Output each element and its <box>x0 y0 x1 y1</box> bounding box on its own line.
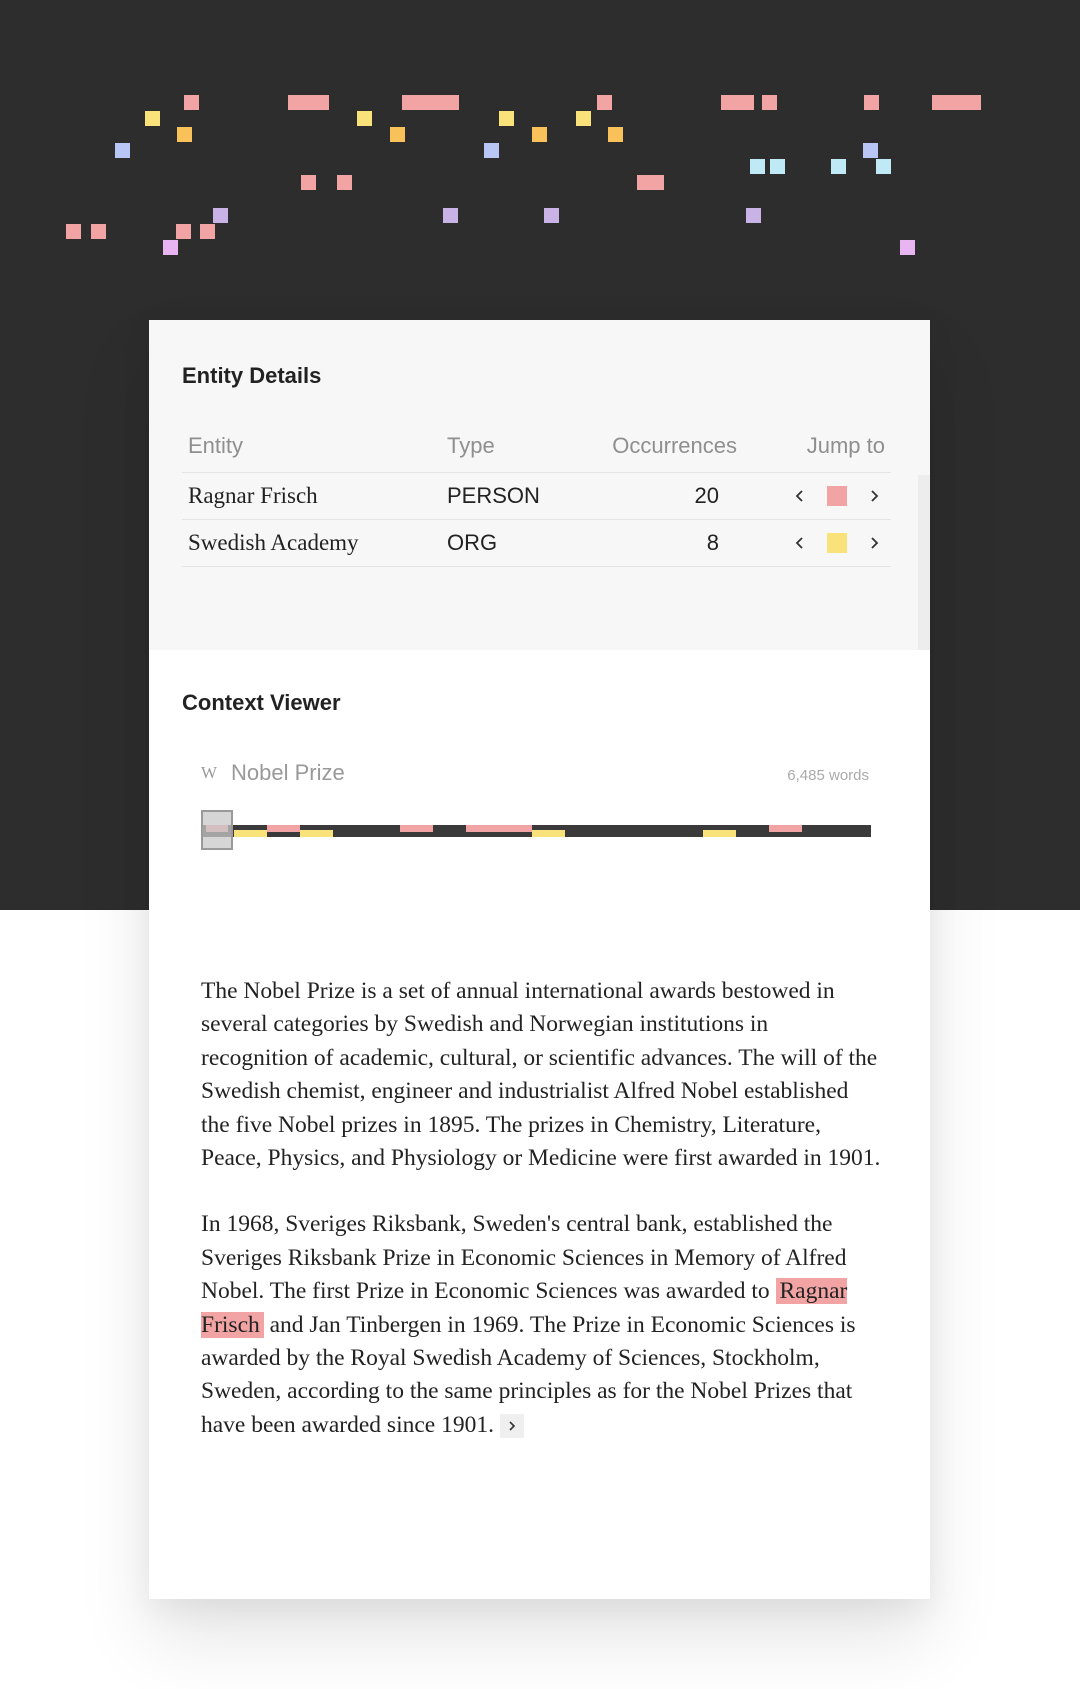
entity-tile <box>402 95 459 110</box>
entity-details-title: Entity Details <box>182 363 322 388</box>
entity-tile <box>177 127 192 142</box>
chevron-left-icon[interactable] <box>789 485 811 507</box>
entity-tile <box>544 208 559 223</box>
entity-color-swatch <box>827 533 847 553</box>
entity-details-panel: Entity Details Entity Type Occurrences J… <box>149 320 930 650</box>
entity-tile <box>91 224 106 239</box>
entity-tile <box>750 159 765 174</box>
jump-to-controls <box>789 485 885 507</box>
minimap-mark-person <box>267 825 300 832</box>
entity-tile <box>637 175 664 190</box>
entity-type: PERSON <box>441 472 591 520</box>
paragraph: In 1968, Sveriges Riksbank, Sweden's cen… <box>201 1208 881 1442</box>
paragraph-text: In 1968, Sveriges Riksbank, Sweden's cen… <box>201 1211 847 1305</box>
entity-tile <box>145 111 160 126</box>
entity-scrollbar[interactable] <box>918 475 930 650</box>
entity-tile <box>357 111 372 126</box>
entity-tile <box>932 95 981 110</box>
entity-tile <box>608 127 623 142</box>
entity-tile <box>721 95 754 110</box>
minimap-mark-org <box>532 830 565 837</box>
chevron-left-icon[interactable] <box>789 532 811 554</box>
minimap-mark-org <box>234 830 267 837</box>
entity-occurrences: 20 <box>591 472 751 520</box>
entity-tile <box>176 224 191 239</box>
document-minimap[interactable] <box>201 810 871 854</box>
entity-tile <box>337 175 352 190</box>
document-header: W Nobel Prize 6,485 words <box>201 760 869 790</box>
entity-tile <box>532 127 547 142</box>
minimap-mark-person <box>769 825 802 832</box>
read-more-button[interactable] <box>499 1414 524 1439</box>
entity-tile <box>900 240 915 255</box>
entity-tile <box>443 208 458 223</box>
entity-name: Swedish Academy <box>182 519 441 567</box>
chevron-right-icon[interactable] <box>863 485 885 507</box>
entity-tile <box>390 127 405 142</box>
context-viewer-title: Context Viewer <box>182 690 341 715</box>
table-row[interactable]: Swedish Academy ORG 8 <box>182 519 891 567</box>
entity-tile <box>499 111 514 126</box>
entity-tile <box>746 208 761 223</box>
entity-tile <box>288 95 329 110</box>
jump-to-controls <box>789 532 885 554</box>
column-header-entity: Entity <box>182 420 441 473</box>
entity-tile <box>213 208 228 223</box>
entity-mosaic <box>0 0 1080 300</box>
minimap-mark-org <box>300 830 333 837</box>
entity-card: Entity Details Entity Type Occurrences J… <box>149 320 930 1599</box>
minimap-mark-person <box>466 825 532 832</box>
column-header-type: Type <box>441 420 591 473</box>
entity-tile <box>762 95 777 110</box>
word-count: 6,485 words <box>787 767 869 784</box>
entity-occurrences: 8 <box>591 519 751 567</box>
entity-table-header: Entity Type Occurrences Jump to <box>182 420 891 473</box>
entity-tile <box>576 111 591 126</box>
column-header-jump-to: Jump to <box>751 420 891 473</box>
document-title: Nobel Prize <box>231 760 345 785</box>
table-row[interactable]: Ragnar Frisch PERSON 20 <box>182 472 891 520</box>
minimap-viewport-handle[interactable] <box>201 810 233 850</box>
minimap-mark-person <box>400 825 433 832</box>
entity-tile <box>864 95 879 110</box>
paragraph: The Nobel Prize is a set of annual inter… <box>201 978 881 1172</box>
entity-tile <box>66 224 81 239</box>
column-header-occurrences: Occurrences <box>591 420 751 473</box>
minimap-mark-org <box>703 830 736 837</box>
entity-tile <box>484 143 499 158</box>
entity-table: Entity Type Occurrences Jump to Ragnar F… <box>182 420 891 567</box>
document-text: The Nobel Prize is a set of annual inter… <box>201 975 881 1475</box>
entity-tile <box>597 95 612 110</box>
entity-color-swatch <box>827 486 847 506</box>
entity-tile <box>163 240 178 255</box>
entity-tile <box>876 159 891 174</box>
entity-tile <box>200 224 215 239</box>
chevron-right-icon[interactable] <box>863 532 885 554</box>
chevron-right-icon <box>509 1421 516 1432</box>
entity-tile <box>863 143 878 158</box>
entity-tile <box>831 159 846 174</box>
entity-name: Ragnar Frisch <box>182 472 441 520</box>
paragraph-text: and Jan Tinbergen in 1969. The Prize in … <box>201 1311 856 1438</box>
wikipedia-icon: W <box>201 763 218 782</box>
entity-tile <box>770 159 785 174</box>
entity-tile <box>301 175 316 190</box>
entity-tile <box>115 143 130 158</box>
entity-tile <box>184 95 199 110</box>
entity-type: ORG <box>441 519 591 567</box>
